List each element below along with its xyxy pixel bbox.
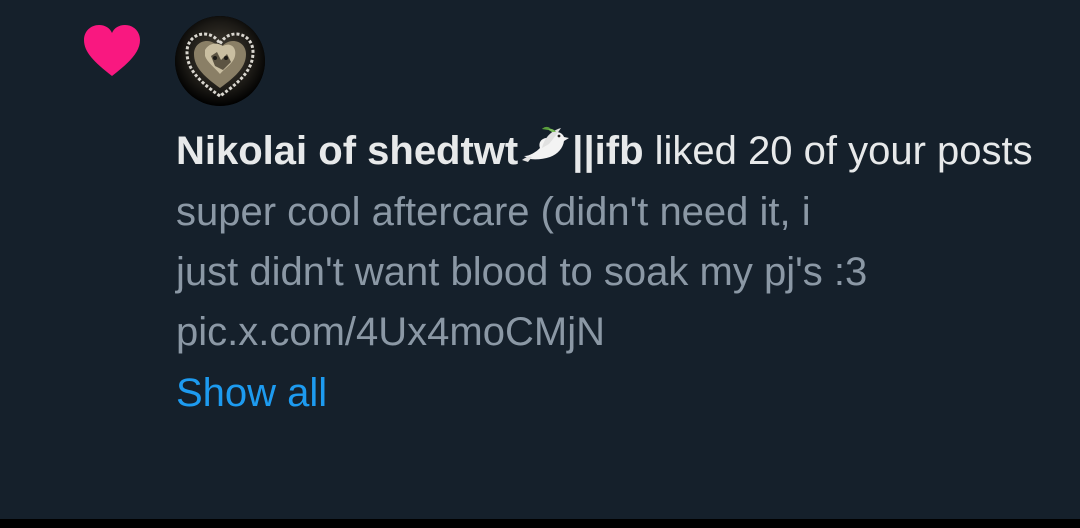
show-all-link[interactable]: Show all: [176, 364, 327, 422]
notification-headline: Nikolai of shedtwt ||ifb liked 20 of your…: [176, 122, 1056, 180]
heart-icon: [84, 25, 140, 76]
user-name-suffix: ||ifb: [572, 129, 644, 173]
post-preview-line: just didn't want blood to soak my pj's :…: [176, 250, 868, 294]
bottom-divider: [0, 519, 1080, 528]
user-avatar[interactable]: [175, 16, 265, 106]
post-preview-link[interactable]: pic.x.com/4Ux4moCMjN: [176, 310, 605, 354]
action-text: liked 20 of your posts: [643, 129, 1033, 173]
post-preview-line: super cool aftercare (didn't need it, i: [176, 190, 811, 234]
post-preview[interactable]: super cool aftercare (didn't need it, i j…: [176, 182, 1056, 362]
dove-icon: [522, 126, 570, 162]
like-notification[interactable]: Nikolai of shedtwt ||ifb liked 20 of your…: [0, 0, 1080, 519]
user-name: Nikolai of shedtwt: [176, 129, 519, 173]
notification-body: Nikolai of shedtwt ||ifb liked 20 of your…: [176, 122, 1056, 422]
avatar-image: [175, 16, 265, 106]
user-name-link[interactable]: Nikolai of shedtwt ||ifb: [176, 126, 644, 173]
